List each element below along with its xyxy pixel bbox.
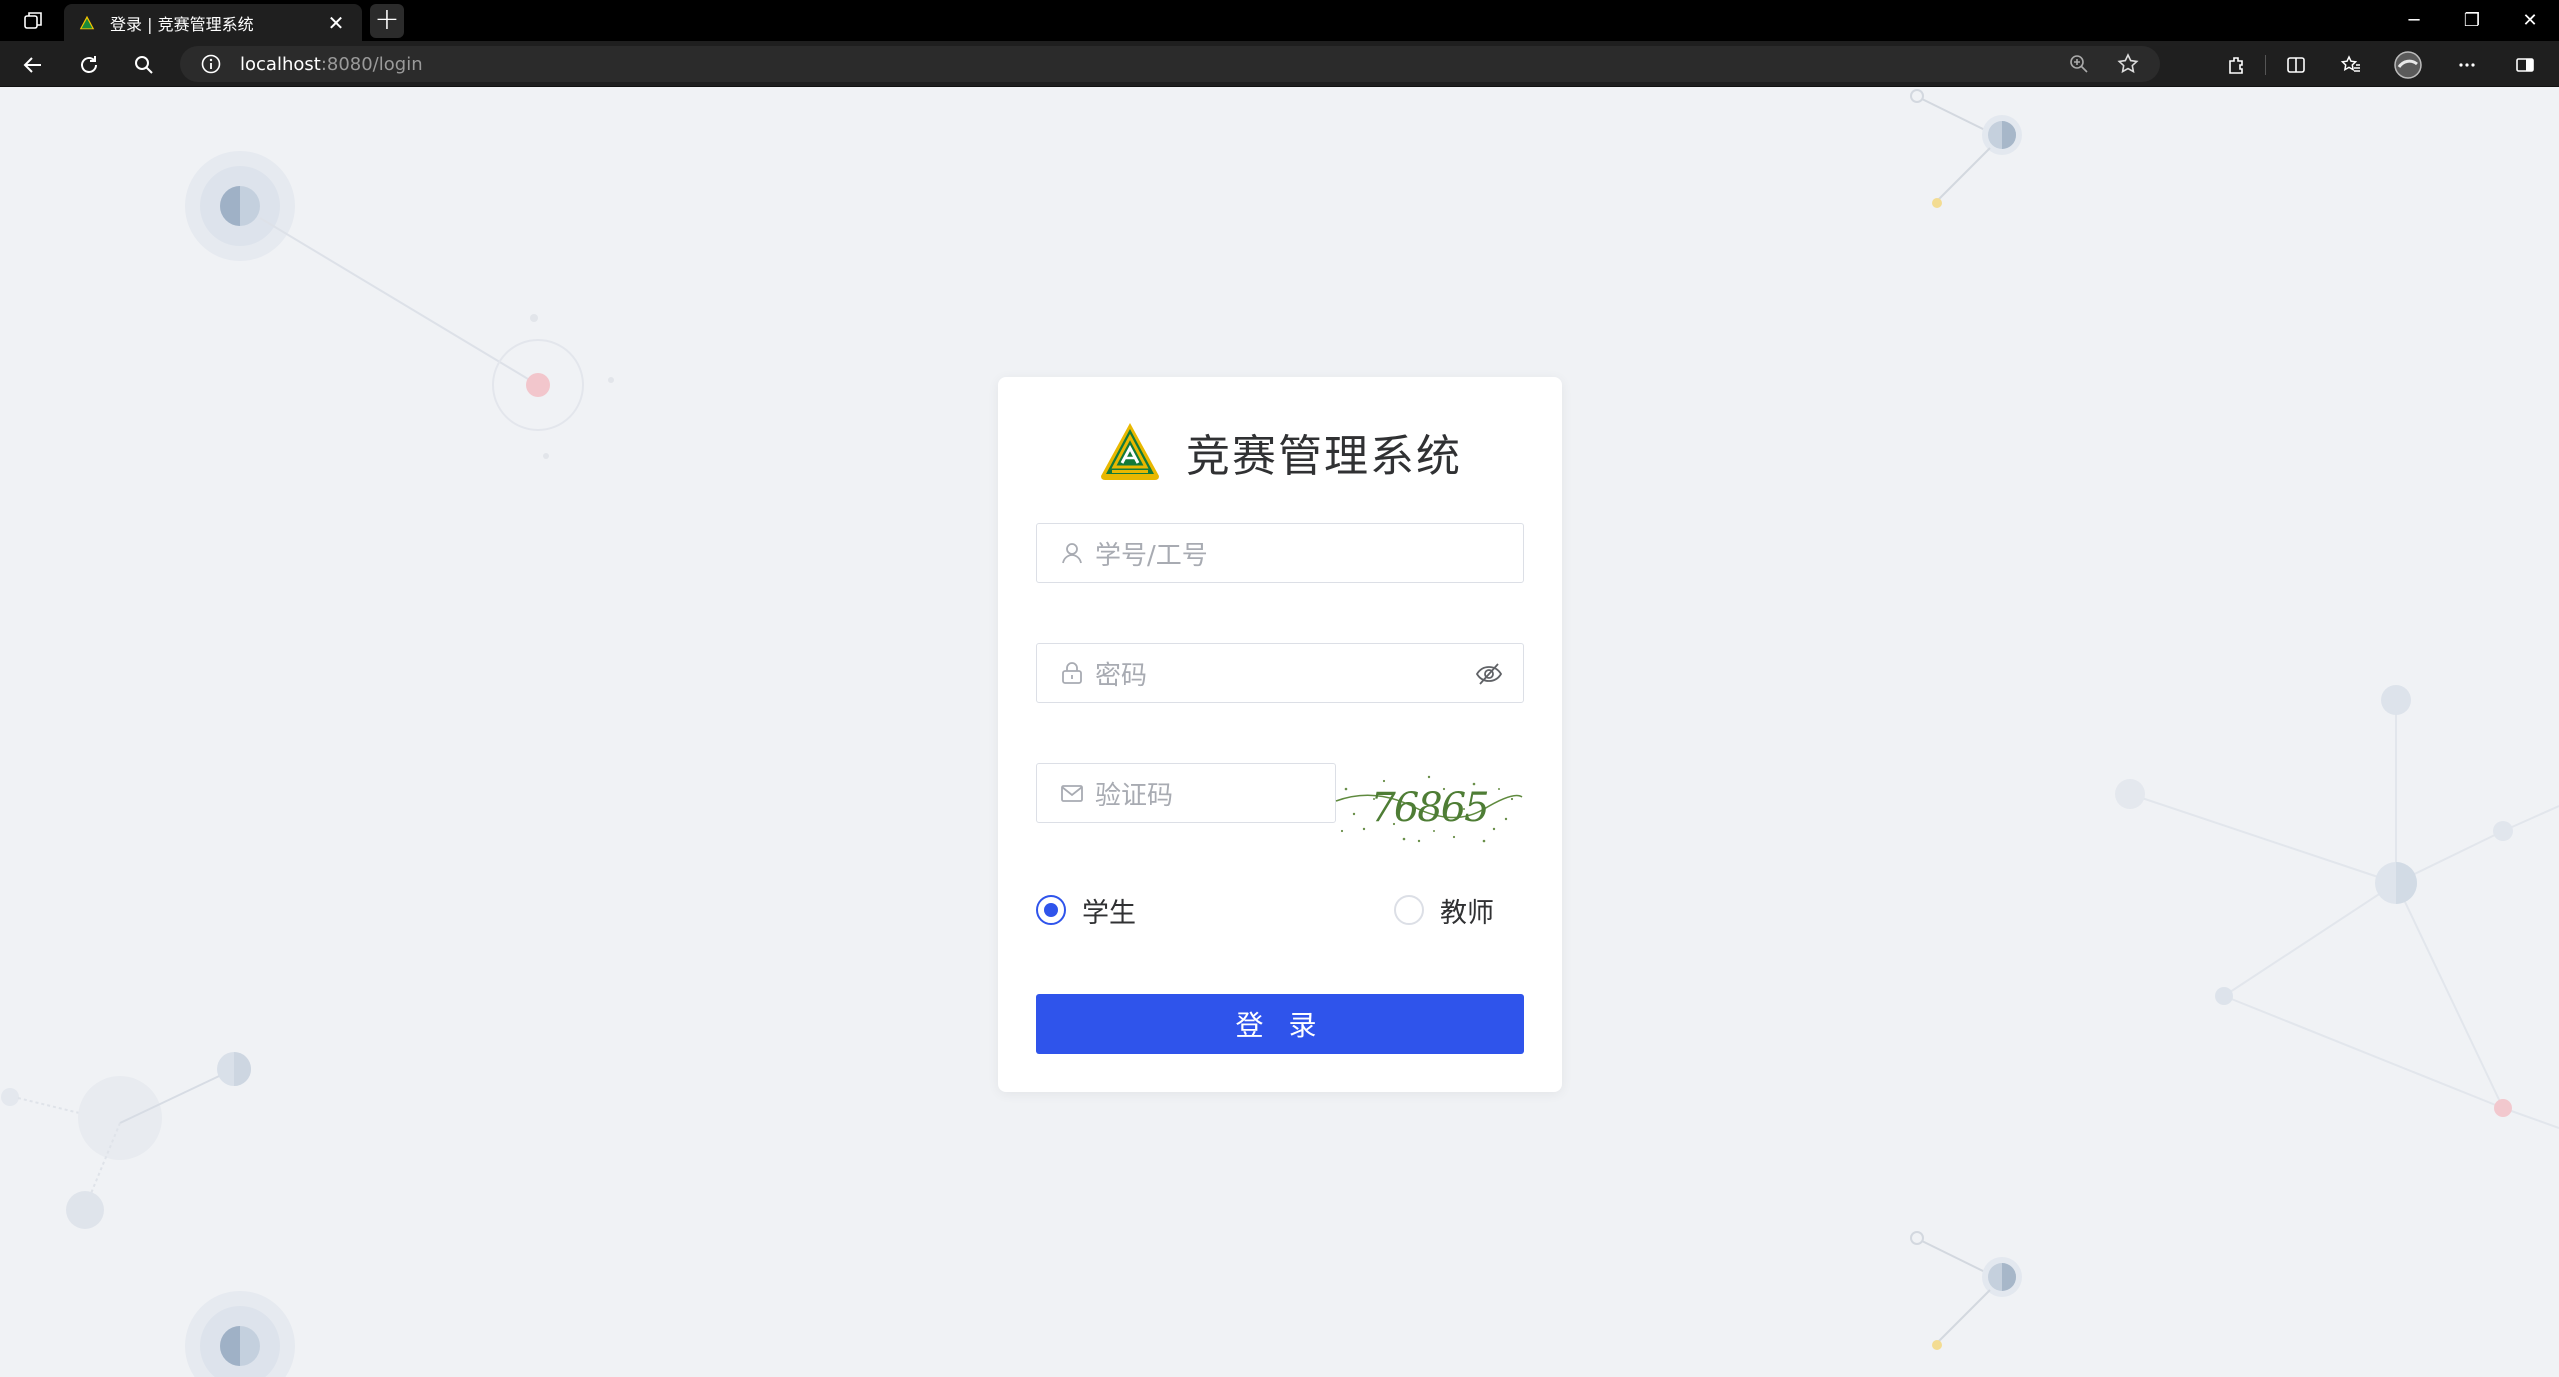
hide-password-eye-icon[interactable] [1475,661,1503,687]
tab-title: 登录 | 竞赛管理系统 [110,14,254,34]
favorites-icon[interactable] [2334,48,2368,82]
login-card: 竞赛管理系统 学号/工号 密码 验证码 76865 学生 教师 登 录 [998,377,1562,1092]
new-tab-button[interactable]: + [370,4,404,38]
site-info-icon[interactable] [200,53,222,75]
username-placeholder: 学号/工号 [1095,540,1208,571]
school-logo-icon [1101,423,1159,480]
role-selector: 学生 教师 [1036,890,1524,930]
role-label-student: 学生 [1082,897,1136,929]
radio-unchecked-indicator[interactable] [1394,895,1424,925]
tab-actions-icon[interactable] [18,8,48,34]
search-icon[interactable] [127,48,161,82]
more-menu-icon[interactable] [2450,48,2484,82]
url-host: localhost [240,53,321,75]
profile-avatar-icon[interactable] [2391,48,2425,82]
role-label-teacher: 教师 [1440,897,1494,929]
zoom-icon[interactable] [2068,53,2090,75]
system-name: 竞赛管理系统 [1186,431,1462,482]
username-input[interactable]: 学号/工号 [1036,523,1524,583]
browser-tab-active[interactable]: 登录 | 竞赛管理系统 ✕ [64,4,362,41]
split-screen-icon[interactable] [2279,48,2313,82]
captcha-input[interactable]: 验证码 [1036,763,1336,823]
role-radio-teacher[interactable]: 教师 [1394,890,1494,930]
address-bar[interactable]: localhost:8080/login [180,46,2160,82]
tab-favicon-icon [79,15,95,29]
close-window-button[interactable]: ✕ [2501,0,2559,41]
minimize-button[interactable]: ─ [2385,0,2443,41]
restore-button[interactable]: ❐ [2443,0,2501,41]
extensions-icon[interactable] [2219,48,2253,82]
user-icon [1062,543,1082,564]
favorite-star-icon[interactable] [2116,52,2140,76]
captcha-placeholder: 验证码 [1095,780,1174,811]
sidebar-toggle-icon[interactable] [2508,48,2542,82]
back-icon[interactable] [16,48,50,82]
browser-toolbar: localhost:8080/login [0,41,2559,87]
password-input[interactable]: 密码 [1036,643,1524,703]
login-page: 竞赛管理系统 学号/工号 密码 验证码 76865 学生 教师 登 录 [0,88,2559,1377]
login-button[interactable]: 登 录 [1036,994,1524,1054]
tab-close-button[interactable]: ✕ [324,11,348,35]
brand-header: 竞赛管理系统 [998,417,1562,487]
password-placeholder: 密码 [1095,660,1148,691]
reload-icon[interactable] [72,48,106,82]
role-radio-student[interactable]: 学生 [1036,890,1136,930]
url-path: :8080/login [320,53,423,75]
browser-titlebar: 登录 | 竞赛管理系统 ✕ + ─ ❐ ✕ [0,0,2559,41]
lock-icon [1062,662,1082,684]
captcha-image[interactable]: 76865 [1334,769,1524,847]
mail-icon [1061,785,1083,802]
captcha-text: 76865 [1370,785,1488,831]
radio-checked-indicator[interactable] [1036,895,1066,925]
